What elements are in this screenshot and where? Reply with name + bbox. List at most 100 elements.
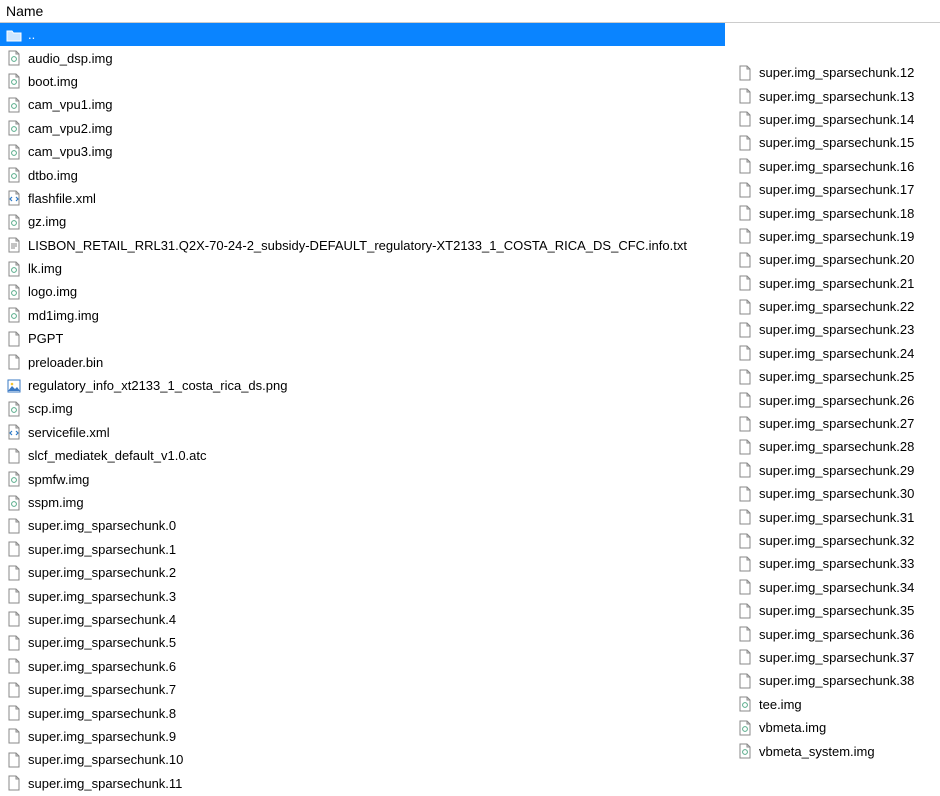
file-row[interactable]: servicefile.xml	[0, 421, 725, 444]
file-icon	[737, 135, 753, 151]
file-icon	[737, 158, 753, 174]
file-icon	[737, 205, 753, 221]
file-row[interactable]: super.img_sparsechunk.35	[731, 599, 940, 622]
file-name-label: slcf_mediatek_default_v1.0.atc	[28, 448, 207, 463]
file-row[interactable]: boot.img	[0, 70, 725, 93]
file-icon	[737, 439, 753, 455]
file-row[interactable]: preloader.bin	[0, 350, 725, 373]
file-row[interactable]: super.img_sparsechunk.6	[0, 655, 725, 678]
file-icon	[737, 322, 753, 338]
img-icon	[6, 284, 22, 300]
file-row[interactable]: PGPT	[0, 327, 725, 350]
file-row[interactable]: audio_dsp.img	[0, 46, 725, 69]
file-row[interactable]: super.img_sparsechunk.7	[0, 678, 725, 701]
file-row[interactable]: super.img_sparsechunk.25	[731, 365, 940, 388]
file-row[interactable]: LISBON_RETAIL_RRL31.Q2X-70-24-2_subsidy-…	[0, 234, 725, 257]
file-row[interactable]: super.img_sparsechunk.34	[731, 576, 940, 599]
file-name-label: super.img_sparsechunk.17	[759, 182, 914, 197]
file-name-label: super.img_sparsechunk.25	[759, 369, 914, 384]
file-row[interactable]: super.img_sparsechunk.29	[731, 459, 940, 482]
file-row[interactable]: spmfw.img	[0, 467, 725, 490]
file-row[interactable]: super.img_sparsechunk.1	[0, 538, 725, 561]
file-icon	[737, 579, 753, 595]
file-row[interactable]: vbmeta_system.img	[731, 739, 940, 762]
file-icon	[6, 518, 22, 534]
file-row[interactable]: lk.img	[0, 257, 725, 280]
file-row[interactable]: super.img_sparsechunk.4	[0, 608, 725, 631]
file-row[interactable]: super.img_sparsechunk.28	[731, 435, 940, 458]
column-header-name[interactable]: Name	[0, 0, 940, 23]
file-row[interactable]: super.img_sparsechunk.2	[0, 561, 725, 584]
file-icon	[6, 588, 22, 604]
file-row[interactable]: super.img_sparsechunk.26	[731, 388, 940, 411]
file-row[interactable]: super.img_sparsechunk.12	[731, 61, 940, 84]
img-icon	[6, 307, 22, 323]
file-row[interactable]: super.img_sparsechunk.11	[0, 772, 725, 795]
file-row[interactable]: super.img_sparsechunk.15	[731, 131, 940, 154]
file-row[interactable]: cam_vpu2.img	[0, 117, 725, 140]
file-row[interactable]: super.img_sparsechunk.27	[731, 412, 940, 435]
file-icon	[6, 611, 22, 627]
file-name-label: super.img_sparsechunk.8	[28, 706, 176, 721]
file-icon	[737, 626, 753, 642]
file-row[interactable]: super.img_sparsechunk.16	[731, 155, 940, 178]
file-list-right[interactable]: super.img_sparsechunk.12 super.img_sparse…	[725, 23, 940, 795]
file-name-label: super.img_sparsechunk.10	[28, 752, 183, 767]
file-row[interactable]: super.img_sparsechunk.24	[731, 342, 940, 365]
file-name-label: super.img_sparsechunk.34	[759, 580, 914, 595]
file-row[interactable]: super.img_sparsechunk.19	[731, 225, 940, 248]
file-row[interactable]: super.img_sparsechunk.21	[731, 272, 940, 295]
file-row[interactable]: cam_vpu3.img	[0, 140, 725, 163]
file-row[interactable]: scp.img	[0, 397, 725, 420]
file-icon	[737, 392, 753, 408]
img-icon	[737, 696, 753, 712]
file-row[interactable]: gz.img	[0, 210, 725, 233]
file-icon	[737, 88, 753, 104]
file-row[interactable]: super.img_sparsechunk.22	[731, 295, 940, 318]
file-row[interactable]: super.img_sparsechunk.9	[0, 725, 725, 748]
file-row[interactable]: sspm.img	[0, 491, 725, 514]
file-row[interactable]: logo.img	[0, 280, 725, 303]
file-row[interactable]: super.img_sparsechunk.30	[731, 482, 940, 505]
file-row[interactable]: super.img_sparsechunk.0	[0, 514, 725, 537]
file-name-label: cam_vpu2.img	[28, 121, 113, 136]
file-row[interactable]: super.img_sparsechunk.10	[0, 748, 725, 771]
file-row[interactable]: super.img_sparsechunk.33	[731, 552, 940, 575]
file-row[interactable]: cam_vpu1.img	[0, 93, 725, 116]
file-row[interactable]: super.img_sparsechunk.14	[731, 108, 940, 131]
file-row[interactable]: super.img_sparsechunk.5	[0, 631, 725, 654]
file-row[interactable]: super.img_sparsechunk.8	[0, 701, 725, 724]
file-row[interactable]: super.img_sparsechunk.3	[0, 584, 725, 607]
file-row[interactable]: tee.img	[731, 693, 940, 716]
file-icon	[737, 345, 753, 361]
file-icon	[6, 541, 22, 557]
file-row[interactable]: slcf_mediatek_default_v1.0.atc	[0, 444, 725, 467]
file-row[interactable]: regulatory_info_xt2133_1_costa_rica_ds.p…	[0, 374, 725, 397]
file-name-label: super.img_sparsechunk.7	[28, 682, 176, 697]
file-name-label: super.img_sparsechunk.12	[759, 65, 914, 80]
file-row[interactable]: vbmeta.img	[731, 716, 940, 739]
img-icon	[737, 720, 753, 736]
folder-up-icon	[6, 27, 22, 43]
file-icon	[737, 299, 753, 315]
file-row[interactable]: flashfile.xml	[0, 187, 725, 210]
file-name-label: super.img_sparsechunk.3	[28, 589, 176, 604]
file-row[interactable]: super.img_sparsechunk.23	[731, 318, 940, 341]
file-row[interactable]: super.img_sparsechunk.31	[731, 505, 940, 528]
file-row[interactable]: super.img_sparsechunk.37	[731, 646, 940, 669]
file-icon	[6, 635, 22, 651]
file-row[interactable]: super.img_sparsechunk.13	[731, 84, 940, 107]
file-row[interactable]: super.img_sparsechunk.38	[731, 669, 940, 692]
file-row[interactable]: super.img_sparsechunk.36	[731, 622, 940, 645]
file-row[interactable]: super.img_sparsechunk.18	[731, 201, 940, 224]
file-row[interactable]: dtbo.img	[0, 163, 725, 186]
file-name-label: super.img_sparsechunk.2	[28, 565, 176, 580]
file-name-label: super.img_sparsechunk.0	[28, 518, 176, 533]
file-name-label: LISBON_RETAIL_RRL31.Q2X-70-24-2_subsidy-…	[28, 238, 687, 253]
file-list-left[interactable]: ..audio_dsp.imgboot.imgcam_vpu1.img cam_v…	[0, 23, 725, 795]
file-row[interactable]: super.img_sparsechunk.20	[731, 248, 940, 271]
file-row[interactable]: md1img.img	[0, 304, 725, 327]
file-row[interactable]: ..	[0, 23, 725, 46]
file-row[interactable]: super.img_sparsechunk.17	[731, 178, 940, 201]
file-row[interactable]: super.img_sparsechunk.32	[731, 529, 940, 552]
